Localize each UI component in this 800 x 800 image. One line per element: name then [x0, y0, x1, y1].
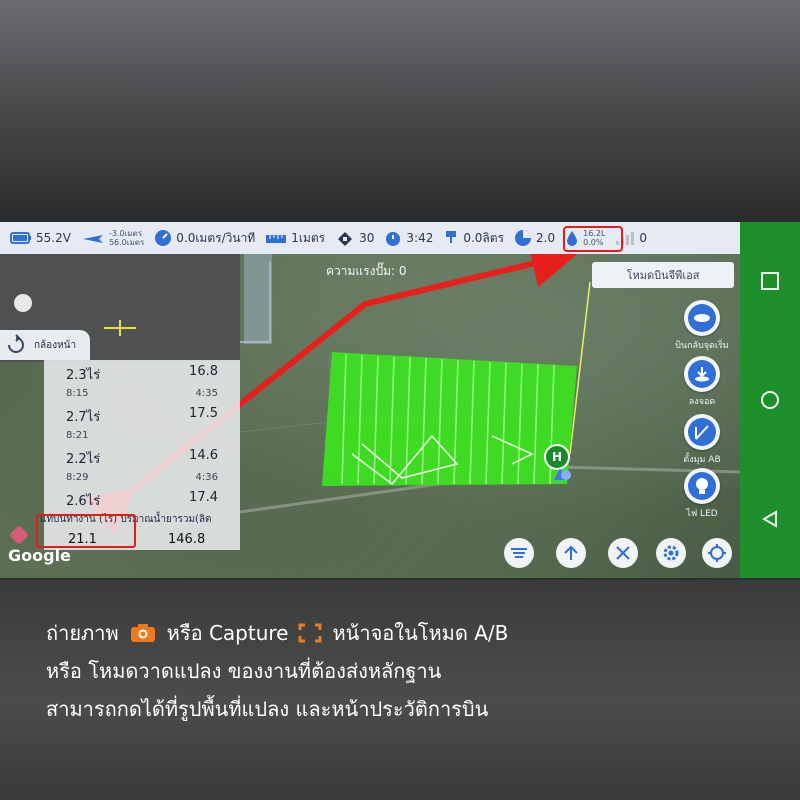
locate-icon: [708, 544, 726, 562]
history-row[interactable]: 8:15 4:35: [44, 388, 240, 406]
settings-button[interactable]: [656, 538, 686, 568]
ab-angle-icon: [695, 425, 709, 440]
history-area: 2.7ไร่: [66, 410, 101, 425]
caption-line-2: หรือ โหมดวาดแปลง ของงานที่ต้องส่งหลักฐาน: [46, 659, 442, 683]
altitude-bottom: 56.0เมตร: [108, 238, 145, 247]
route-button[interactable]: [504, 538, 534, 568]
history-liquid: 17.5: [189, 406, 218, 421]
ruler-icon: [266, 235, 287, 243]
gps-mode-label: โหมดบินจีพีเอส: [626, 269, 700, 282]
history-row[interactable]: 2.6ไร่ 17.4: [44, 490, 240, 509]
height-value: 1เมตร: [291, 230, 326, 245]
gps-mode-button[interactable]: โหมดบินจีพีเอส: [592, 262, 734, 288]
history-row[interactable]: 8:21: [44, 430, 240, 448]
history-liquid: 14.6: [189, 448, 218, 463]
tab-front-camera[interactable]: กล้องหน้า: [0, 330, 90, 360]
settings-icon: [663, 545, 679, 561]
landing-icon: [695, 367, 709, 382]
history-row[interactable]: 2.3ไร่ 16.8: [44, 364, 240, 383]
plane-icon: [82, 235, 103, 243]
satellite-indicator: 30: [335, 229, 374, 247]
google-logo: Google: [8, 546, 71, 565]
total-area-highlight-box: [36, 514, 136, 548]
history-time: 8:21: [66, 430, 89, 441]
recent-apps-button[interactable]: [755, 266, 785, 296]
caption-line-1: ถ่ายภาพ หรือ Capture หน้าจอในโหมด A/B: [46, 614, 766, 652]
drone-return-icon: [694, 314, 710, 322]
history-row[interactable]: 2.2ไร่ 14.6: [44, 448, 240, 467]
history-time: 8:15: [66, 388, 89, 399]
blurred-background-top: [0, 0, 800, 222]
back-triangle-icon: [762, 509, 777, 528]
flow-value: 0.0ลิตร: [463, 230, 505, 245]
battery-indicator: 55.2V: [10, 231, 71, 245]
disarm-button[interactable]: [608, 538, 638, 568]
area-indicator: 2.0: [514, 229, 555, 247]
status-bar: 55.2V -3.0เมตร 56.0เมตร 0.0เมตร/วินาที 1…: [0, 222, 740, 254]
caption-text-or-capture: หรือ Capture: [166, 621, 289, 645]
pump-pressure-label: ความแรงปั๊ม: 0: [326, 264, 407, 278]
flow-indicator: 0.0ลิตร: [443, 229, 504, 248]
land-button[interactable]: [684, 356, 720, 392]
back-button[interactable]: [755, 504, 785, 534]
history-liquid: 17.4: [189, 490, 218, 505]
crosshair-icon: [104, 320, 136, 336]
history-time: 8:29: [66, 472, 89, 483]
instruction-caption: ถ่ายภาพ หรือ Capture หน้าจอในโหมด A/B หร…: [46, 614, 766, 728]
area-value: 2.0: [536, 231, 556, 245]
history-duration: 4:35: [195, 388, 218, 399]
ascend-button[interactable]: [556, 538, 586, 568]
history-area: 2.2ไร่: [66, 452, 101, 467]
ab-angle-button[interactable]: [684, 414, 720, 450]
flight-time: 3:42: [406, 231, 434, 245]
return-home-label: บินกลับจุดเริ่ม: [675, 341, 729, 351]
ab-angle-label: ตั้งมุม AB: [683, 455, 721, 465]
pie-chart-icon: [515, 230, 532, 246]
history-area: 2.6ไร่: [66, 494, 101, 509]
caption-text-take-photo: ถ่ายภาพ: [46, 621, 119, 645]
speed-value: 0.0เมตร/วินาที: [176, 230, 256, 245]
switch-camera-icon[interactable]: [4, 333, 28, 357]
return-home-button[interactable]: [684, 300, 720, 336]
led-light-icon: [696, 478, 708, 494]
history-row[interactable]: 2.7ไร่ 17.5: [44, 406, 240, 425]
disarm-icon: [616, 546, 630, 560]
square-icon: [761, 272, 779, 291]
signal-value: 0: [639, 231, 648, 245]
home-button[interactable]: [755, 385, 785, 415]
altitude-top: -3.0เมตร: [108, 229, 143, 238]
route-icon: [511, 548, 527, 558]
history-liquid: 16.8: [189, 364, 218, 379]
front-camera-tab-label: กล้องหน้า: [34, 339, 77, 351]
altitude-indicator: -3.0เมตร 56.0เมตร: [81, 229, 144, 247]
area-highlight-box: [563, 226, 623, 252]
led-light-label: ไฟ LED: [686, 509, 718, 519]
flight-time-indicator: 3:42: [384, 229, 433, 247]
speedometer-icon: [155, 230, 172, 246]
led-light-button[interactable]: [684, 468, 720, 504]
ascend-icon: [564, 545, 578, 560]
speed-indicator: 0.0เมตร/วินาที: [154, 229, 255, 248]
satellite-icon: [338, 232, 353, 246]
record-dot-icon[interactable]: [14, 294, 32, 312]
capture-frame-icon: [298, 623, 322, 643]
land-label: ลงจอด: [688, 397, 716, 407]
locate-button[interactable]: [702, 538, 732, 568]
camera-icon: [130, 624, 155, 642]
height-indicator: 1เมตร: [265, 229, 325, 248]
caption-text-ab-mode: หน้าจอในโหมด A/B: [332, 621, 509, 645]
history-row[interactable]: 8:29 4:36: [44, 472, 240, 490]
nozzle-icon: [446, 231, 457, 243]
caption-line-3: สามารถกดได้ที่รูปพื้นที่แปลง และหน้าประว…: [46, 697, 489, 721]
satellite-count: 30: [359, 231, 375, 245]
android-navigation-bar: [740, 222, 800, 578]
total-liquid-value: 146.8: [168, 532, 206, 547]
history-area: 2.3ไร่: [66, 368, 101, 383]
history-duration: 4:36: [195, 472, 218, 483]
battery-voltage: 55.2V: [36, 231, 71, 245]
battery-icon: [10, 232, 31, 244]
timer-icon: [386, 232, 401, 246]
circle-icon: [761, 390, 779, 409]
phone-screen: H ความแรงปั๊ม: 0 โหมดบินจีพีเอส 55.2V -3…: [0, 222, 800, 578]
